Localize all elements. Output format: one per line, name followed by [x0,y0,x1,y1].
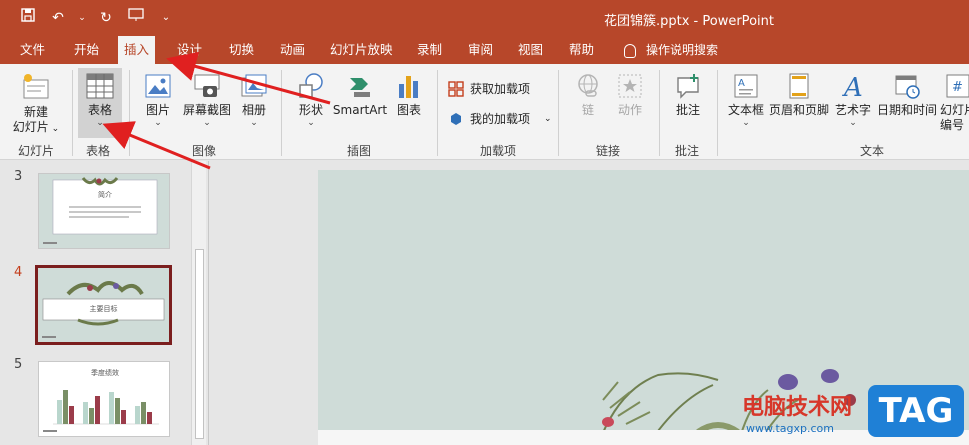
screenshot-button[interactable]: 屏幕截图 ⌄ [180,72,234,128]
chevron-down-icon: ⌄ [96,118,104,128]
redo-icon[interactable]: ↻ [96,8,116,28]
svg-text:A: A [842,73,863,100]
tab-help[interactable]: 帮助 [563,36,600,64]
ribbon-tabs: 文件 开始 插入 设计 切换 动画 幻灯片放映 录制 审阅 视图 帮助 操作说明… [0,36,969,66]
group-label-text: 文本 [860,144,885,158]
photo-album-button[interactable]: 相册 ⌄ [236,72,272,128]
picture-icon [145,74,171,98]
group-label-comments: 批注 [675,144,700,158]
picture-button[interactable]: 图片 ⌄ [138,72,178,128]
group-separator [281,70,282,156]
tab-home[interactable]: 开始 [68,36,105,64]
header-footer-icon [789,73,809,99]
tab-record[interactable]: 录制 [411,36,448,64]
comment-icon [677,74,699,99]
group-label-addins: 加载项 [480,144,517,158]
tab-animations[interactable]: 动画 [274,36,311,64]
slide-number-label: 3 [14,169,23,184]
lightbulb-icon [624,43,636,58]
group-separator [437,70,438,156]
calendar-clock-icon [895,75,920,99]
smartart-icon [350,78,370,97]
table-icon [86,73,114,99]
link-icon [578,74,598,97]
tab-file[interactable]: 文件 [14,36,51,64]
store-icon [448,80,464,97]
group-label-tables: 表格 [86,144,111,158]
slide-number-icon: # [946,74,969,98]
action-button[interactable]: 动作 [612,72,648,118]
save-icon[interactable] [18,8,38,28]
ribbon-insert: 新建 幻灯片 ⌄ 幻灯片 表格 ⌄ 表格 图片 ⌄ 屏幕截图 ⌄ 相册 ⌄ 图像… [0,64,969,160]
shapes-icon [299,73,323,98]
group-separator [72,70,73,156]
wordart-button[interactable]: A 艺术字 ⌄ [832,72,874,128]
slide-3-title: 简介 [98,191,112,199]
group-label-links: 链接 [596,144,621,158]
tab-review[interactable]: 审阅 [462,36,499,64]
textbox-icon: A [734,74,758,98]
slide-5-title: 季度绩效 [91,369,119,377]
tell-me-search[interactable]: 操作说明搜索 [624,36,718,64]
slide-number-label: 4 [14,265,23,280]
undo-dropdown-icon[interactable]: ⌄ [78,8,86,28]
table-button[interactable]: 表格 ⌄ [78,68,122,138]
window-title: 花团锦簇.pptx - PowerPoint [604,14,774,29]
tab-design[interactable]: 设计 [171,36,208,64]
slide-thumbnail-pane: 3 简介 4 主要目标 5 季度绩效 [0,161,210,445]
title-bar: ↶ ⌄ ↻ ⌄ 花团锦簇.pptx - PowerPoint [0,0,969,36]
get-addins-button[interactable]: 获取加载项 [448,80,530,97]
header-footer-button[interactable]: 页眉和页脚 [768,72,830,118]
scrollbar-thumb[interactable] [195,249,204,439]
tab-insert[interactable]: 插入 [118,36,156,66]
my-addins-icon [451,112,461,125]
group-separator [129,70,130,156]
watermark-url: www.tagxp.com [746,422,834,435]
my-addins-button[interactable]: 我的加载项 ⌄ [448,110,552,127]
present-from-start-icon[interactable] [126,8,146,28]
comment-button[interactable]: 批注 [670,72,706,118]
chart-icon [399,76,418,98]
slide-3-preview [39,174,169,248]
group-label-slides: 幻灯片 [18,144,55,158]
slide-thumbnail-selected[interactable]: 主要目标 [35,265,172,345]
watermark-text: 电脑技术网 [742,395,853,420]
svg-text:A: A [738,78,745,89]
group-separator [558,70,559,156]
date-time-button[interactable]: 日期和时间 [876,72,938,118]
slide-number-label: 5 [14,357,23,372]
new-slide-icon [23,74,49,99]
new-slide-button[interactable]: 新建 幻灯片 ⌄ [8,72,64,137]
tab-transitions[interactable]: 切换 [223,36,260,64]
customize-qat-icon[interactable]: ⌄ [156,8,176,28]
photo-album-icon [241,74,267,97]
textbox-button[interactable]: A 文本框 ⌄ [726,72,766,128]
group-separator [659,70,660,156]
screenshot-icon [194,74,220,97]
slide-4-title: 主要目标 [89,305,118,313]
slide-number-button[interactable]: # 幻灯片 编号 [940,72,969,133]
pane-divider[interactable] [208,161,209,445]
group-separator [717,70,718,156]
watermark-badge: TAG [868,385,964,437]
group-label-illustrations: 插图 [347,144,372,158]
action-star-icon [618,74,642,98]
thumbnail-scrollbar[interactable] [191,161,206,445]
slide-thumbnail[interactable]: 季度绩效 [38,361,170,437]
tab-slideshow[interactable]: 幻灯片放映 [324,36,399,64]
slide-thumbnail[interactable]: 简介 [38,173,170,249]
smartart-button[interactable]: SmartArt [332,72,388,118]
svg-text:#: # [952,80,963,95]
link-button[interactable]: 链 [570,72,606,118]
undo-icon[interactable]: ↶ [48,8,68,28]
group-label-images: 图像 [192,144,217,158]
quick-access-toolbar: ↶ ⌄ ↻ ⌄ [18,8,176,28]
chart-button[interactable]: 图表 [392,72,426,118]
shapes-button[interactable]: 形状 ⌄ [292,72,330,128]
tab-view[interactable]: 视图 [512,36,549,64]
wordart-icon: A [842,73,863,100]
